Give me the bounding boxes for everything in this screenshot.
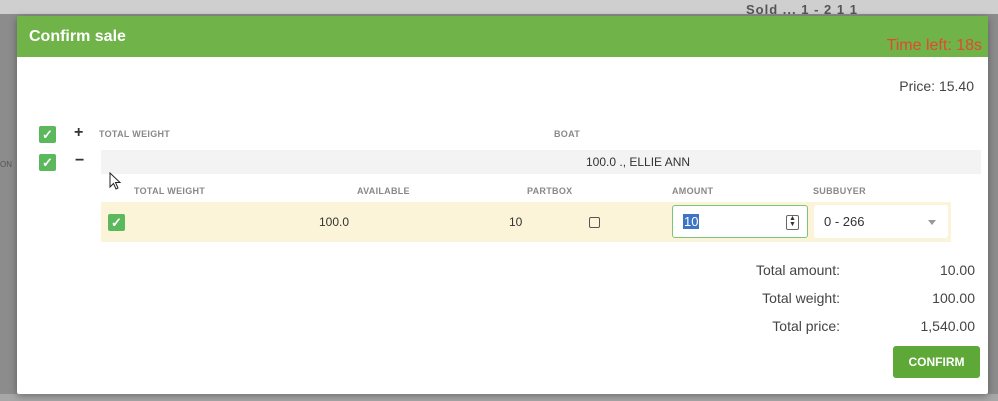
total-price-value: 1,540.00 [920, 318, 976, 334]
total-price-label: Total price: [772, 318, 840, 334]
lot-available: 100.0 [319, 215, 350, 229]
confirm-button[interactable]: CONFIRM [893, 346, 980, 378]
mouse-cursor-icon [109, 172, 122, 190]
lot-partbox-count: 10 [509, 215, 523, 229]
total-weight-label: Total weight: [762, 290, 840, 306]
modal-header: Confirm sale Time left: 18s [17, 16, 988, 57]
total-weight-value: 100.00 [932, 290, 975, 306]
time-left-timer: Time left: 18s [886, 37, 982, 54]
subbuyer-select[interactable]: 0 - 266 [814, 205, 948, 238]
chevron-down-icon [928, 220, 936, 225]
total-amount-label: Total amount: [755, 262, 840, 278]
collapse-minus-icon[interactable]: − [75, 153, 84, 169]
boat-checkbox[interactable]: ✓ [39, 154, 56, 171]
price-label: Price: 15.40 [899, 78, 974, 94]
header-total-weight: TOTAL WEIGHT [99, 129, 171, 139]
background-app-strip: Sold ... 1 - 2 1 1 [0, 0, 998, 17]
total-amount-value: 10.00 [939, 262, 975, 278]
amount-input[interactable]: 10 ▲ ▼ [672, 205, 808, 238]
amount-stepper-icon[interactable]: ▲ ▼ [786, 215, 799, 230]
lot-header-partbox: PARTBOX [527, 186, 573, 196]
lot-row: ✓ 100.0 10 10 ▲ ▼ 0 - 266 [101, 202, 951, 242]
select-all-checkbox[interactable]: ✓ [39, 126, 56, 143]
lot-header-subbuyer: SUBBUYER [813, 186, 866, 196]
boat-row-label: 100.0 ., ELLIE ANN [586, 155, 691, 169]
background-left-tag: ON [0, 160, 12, 169]
lot-checkbox[interactable]: ✓ [108, 214, 125, 231]
lot-header-amount: AMOUNT [672, 186, 714, 196]
lot-header-available: AVAILABLE [357, 186, 410, 196]
lot-header-total-weight: TOTAL WEIGHT [134, 186, 206, 196]
background-bottom [0, 394, 998, 401]
partbox-checkbox[interactable] [589, 217, 600, 228]
boat-row[interactable]: 100.0 ., ELLIE ANN [101, 150, 981, 174]
modal-title: Confirm sale [29, 28, 126, 45]
amount-input-value: 10 [683, 214, 700, 229]
subbuyer-select-value: 0 - 266 [824, 214, 865, 229]
header-boat: BOAT [554, 129, 581, 139]
confirm-sale-modal: Confirm sale Time left: 18s Price: 15.40… [17, 16, 988, 394]
expand-plus-icon[interactable]: + [74, 125, 83, 141]
background-text: Sold ... 1 - 2 1 1 [746, 2, 858, 17]
